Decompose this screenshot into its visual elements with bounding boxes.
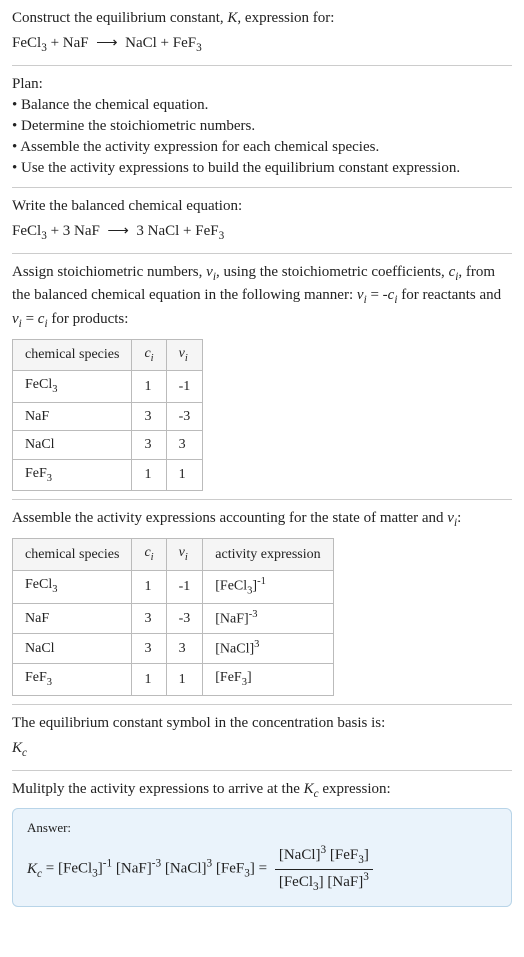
prompt-line1: Construct the equilibrium constant, K, e… (12, 8, 512, 29)
table-row: NaCl33[NaCl]3 (13, 634, 334, 664)
prompt-section: Construct the equilibrium constant, K, e… (12, 8, 512, 57)
table-row: NaF3-3 (13, 402, 203, 431)
balanced-heading: Write the balanced chemical equation: (12, 196, 512, 217)
table-cell: FeCl3 (13, 570, 132, 603)
table-row: FeF311[FeF3] (13, 664, 334, 695)
divider (12, 770, 512, 771)
divider (12, 253, 512, 254)
answer-expression: Kc = [FeCl3]-1 [NaF]-3 [NaCl]3 [FeF3] = … (27, 843, 497, 896)
plan-item-text: Determine the stoichiometric numbers. (21, 118, 255, 134)
table-header: chemical species (13, 339, 132, 370)
balanced-section: Write the balanced chemical equation: Fe… (12, 196, 512, 245)
table-cell: [NaF]-3 (203, 603, 333, 633)
plan-item-text: Balance the chemical equation. (21, 97, 208, 113)
plan-item-text: Use the activity expressions to build th… (21, 160, 460, 176)
table-row: NaCl33 (13, 431, 203, 460)
balanced-equation: FeCl3 + 3 NaF ⟶ 3 NaCl + FeF3 (12, 221, 512, 245)
stoich-section: Assign stoichiometric numbers, νi, using… (12, 262, 512, 492)
table-cell: 3 (166, 634, 203, 664)
table-header: ci (132, 539, 166, 570)
table-cell: 3 (132, 603, 166, 633)
answer-fraction: [NaCl]3 [FeF3] [FeCl3] [NaF]3 (275, 843, 373, 896)
table-header: νi (166, 339, 203, 370)
table-cell: FeCl3 (13, 371, 132, 402)
divider (12, 499, 512, 500)
table-cell: NaF (13, 603, 132, 633)
table-cell: 3 (132, 402, 166, 431)
table-cell: FeF3 (13, 664, 132, 695)
table-cell: [NaCl]3 (203, 634, 333, 664)
table-header: νi (166, 539, 203, 570)
plan-item: • Use the activity expressions to build … (12, 158, 512, 179)
answer-denominator: [FeCl3] [NaF]3 (275, 870, 373, 896)
activity-table: chemical species ci νi activity expressi… (12, 538, 334, 696)
table-header: ci (132, 339, 166, 370)
table-cell: 1 (166, 459, 203, 490)
plan-item: • Assemble the activity expression for e… (12, 137, 512, 158)
table-cell: 3 (132, 431, 166, 460)
symbol-text: The equilibrium constant symbol in the c… (12, 713, 512, 734)
symbol-section: The equilibrium constant symbol in the c… (12, 713, 512, 762)
table-row: FeCl31-1 (13, 371, 203, 402)
stoich-table: chemical species ci νi FeCl31-1 NaF3-3 N… (12, 339, 203, 492)
table-cell: -3 (166, 603, 203, 633)
table-row: FeCl31-1[FeCl3]-1 (13, 570, 334, 603)
table-row: FeF311 (13, 459, 203, 490)
divider (12, 65, 512, 66)
table-cell: NaF (13, 402, 132, 431)
symbol-value: Kc (12, 738, 512, 762)
table-cell: -3 (166, 402, 203, 431)
table-cell: [FeCl3]-1 (203, 570, 333, 603)
answer-label: Answer: (27, 819, 497, 837)
table-header-row: chemical species ci νi (13, 339, 203, 370)
plan-item-text: Assemble the activity expression for eac… (20, 139, 379, 155)
multiply-text: Mulitply the activity expressions to arr… (12, 779, 512, 803)
table-cell: -1 (166, 371, 203, 402)
activity-text: Assemble the activity expressions accoun… (12, 508, 512, 532)
table-cell: 1 (132, 459, 166, 490)
table-header-row: chemical species ci νi activity expressi… (13, 539, 334, 570)
answer-box: Answer: Kc = [FeCl3]-1 [NaF]-3 [NaCl]3 [… (12, 808, 512, 907)
plan-item: • Determine the stoichiometric numbers. (12, 116, 512, 137)
table-cell: NaCl (13, 431, 132, 460)
plan-item: • Balance the chemical equation. (12, 95, 512, 116)
table-cell: NaCl (13, 634, 132, 664)
answer-numerator: [NaCl]3 [FeF3] (275, 843, 373, 870)
table-cell: 1 (132, 570, 166, 603)
divider (12, 704, 512, 705)
plan-section: Plan: • Balance the chemical equation. •… (12, 74, 512, 179)
stoich-text: Assign stoichiometric numbers, νi, using… (12, 262, 512, 333)
table-header: activity expression (203, 539, 333, 570)
table-cell: 3 (132, 634, 166, 664)
table-cell: 1 (132, 371, 166, 402)
table-cell: FeF3 (13, 459, 132, 490)
prompt-equation: FeCl3 + NaF ⟶ NaCl + FeF3 (12, 33, 512, 57)
table-cell: 1 (166, 664, 203, 695)
multiply-section: Mulitply the activity expressions to arr… (12, 779, 512, 907)
table-header: chemical species (13, 539, 132, 570)
table-cell: 1 (132, 664, 166, 695)
table-cell: 3 (166, 431, 203, 460)
table-cell: -1 (166, 570, 203, 603)
divider (12, 187, 512, 188)
plan-heading: Plan: (12, 74, 512, 95)
table-cell: [FeF3] (203, 664, 333, 695)
table-row: NaF3-3[NaF]-3 (13, 603, 334, 633)
activity-section: Assemble the activity expressions accoun… (12, 508, 512, 695)
